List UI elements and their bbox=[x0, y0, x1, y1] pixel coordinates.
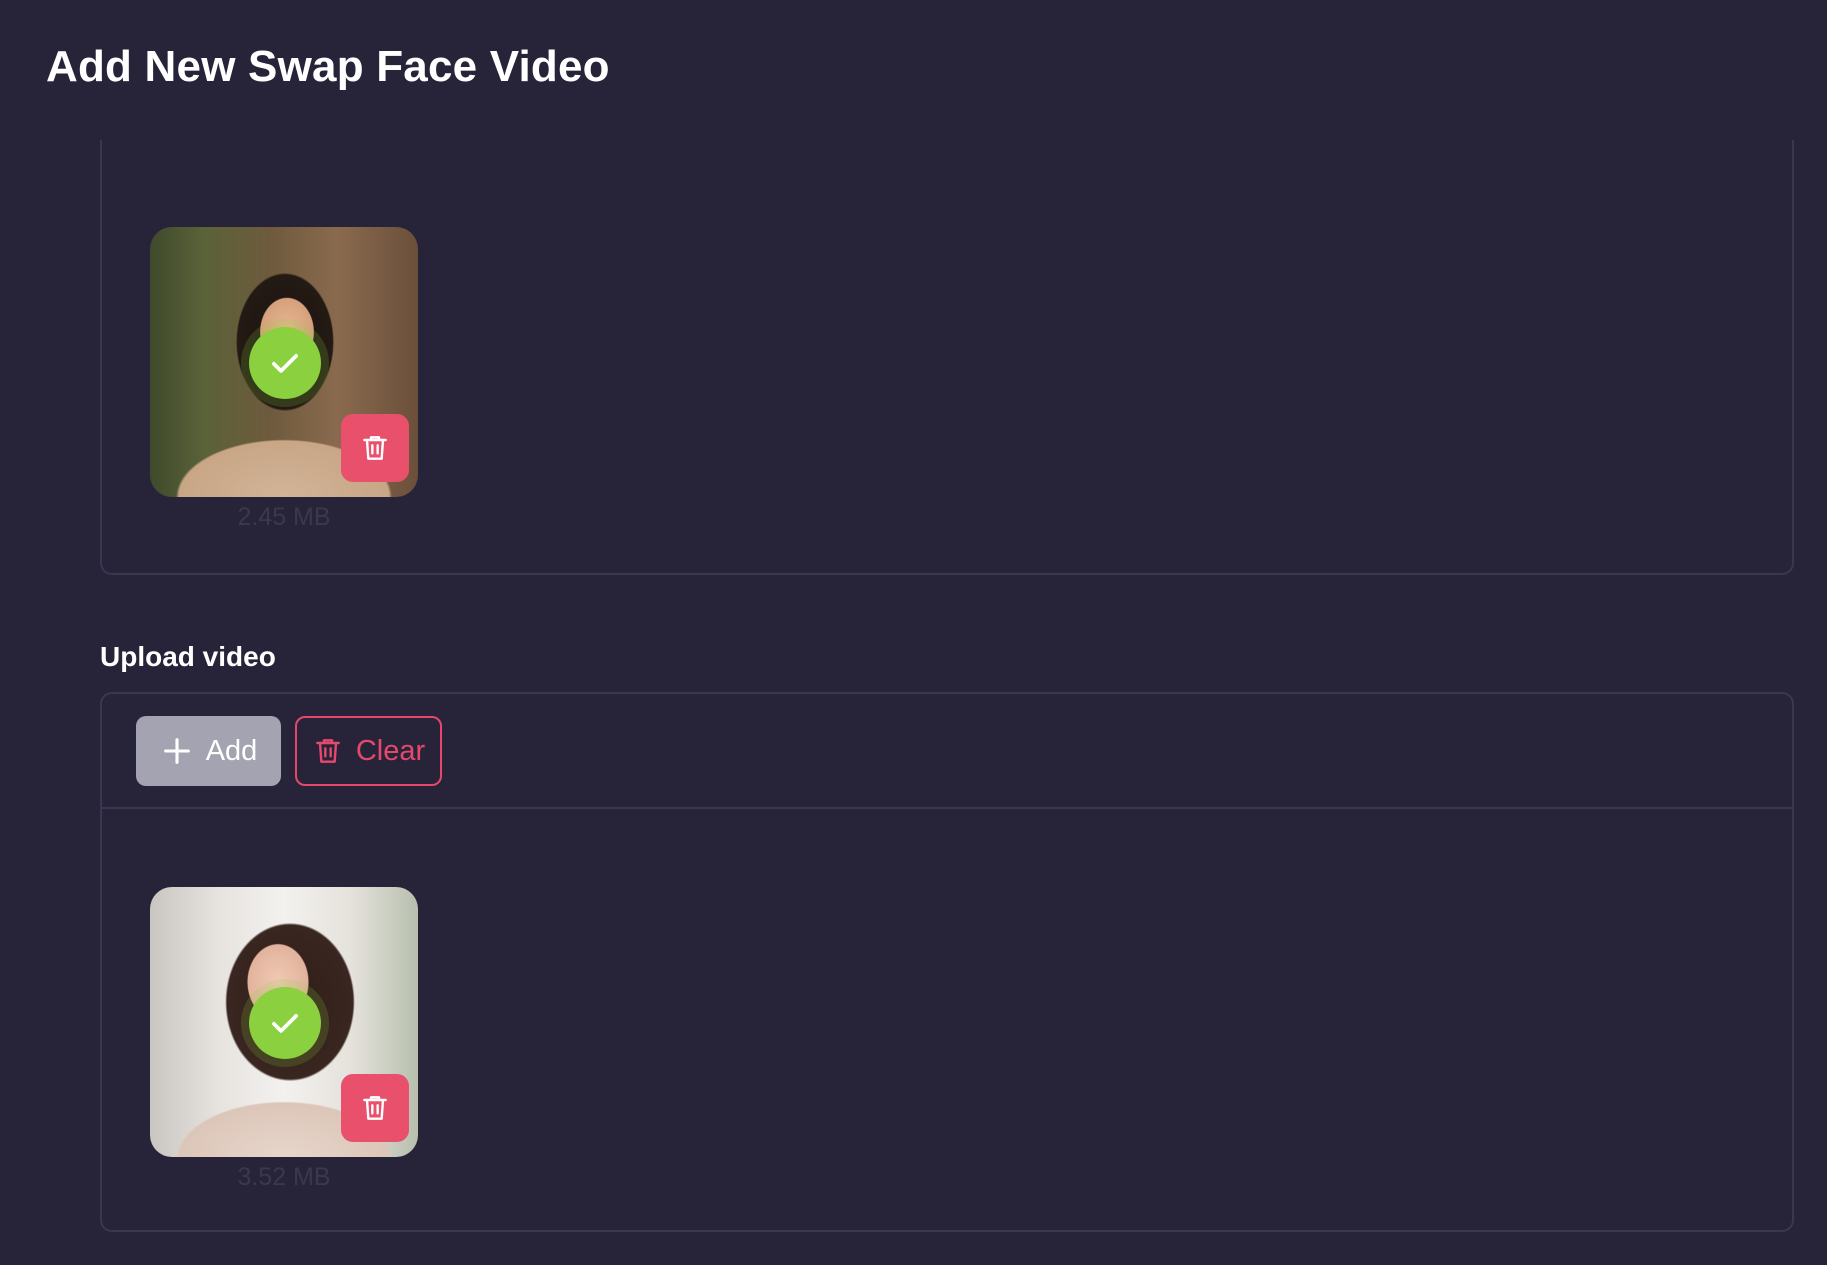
selected-check-badge bbox=[249, 987, 321, 1059]
page: Add New Swap Face Video 2.45 MB Upload v… bbox=[0, 0, 1827, 1265]
add-button-label: Add bbox=[205, 734, 258, 767]
face-upload-panel: 2.45 MB bbox=[100, 140, 1794, 575]
selected-check-badge bbox=[249, 327, 321, 399]
face-image-thumbnail[interactable] bbox=[150, 227, 418, 497]
video-file-size: 3.52 MB bbox=[237, 1163, 331, 1191]
delete-video-button[interactable] bbox=[341, 1074, 409, 1142]
trash-icon bbox=[359, 432, 391, 464]
video-thumbnail[interactable] bbox=[150, 887, 418, 1157]
delete-face-image-button[interactable] bbox=[341, 414, 409, 482]
add-video-button[interactable]: Add bbox=[136, 716, 281, 786]
video-upload-panel: Add Clear 3.52 MB bbox=[100, 692, 1794, 1232]
upload-video-label: Upload video bbox=[100, 641, 276, 672]
trash-icon bbox=[359, 1092, 391, 1124]
check-icon bbox=[266, 344, 304, 382]
trash-icon bbox=[312, 735, 344, 767]
plus-icon bbox=[160, 734, 194, 768]
clear-videos-button[interactable]: Clear bbox=[295, 716, 442, 786]
check-icon bbox=[266, 1004, 304, 1042]
face-image-item: 2.45 MB bbox=[150, 227, 418, 532]
video-item: 3.52 MB bbox=[150, 887, 418, 1192]
face-image-file-size: 2.45 MB bbox=[237, 503, 331, 531]
clear-button-label: Clear bbox=[355, 734, 426, 767]
page-title: Add New Swap Face Video bbox=[46, 42, 610, 91]
video-upload-toolbar: Add Clear bbox=[102, 694, 1792, 809]
